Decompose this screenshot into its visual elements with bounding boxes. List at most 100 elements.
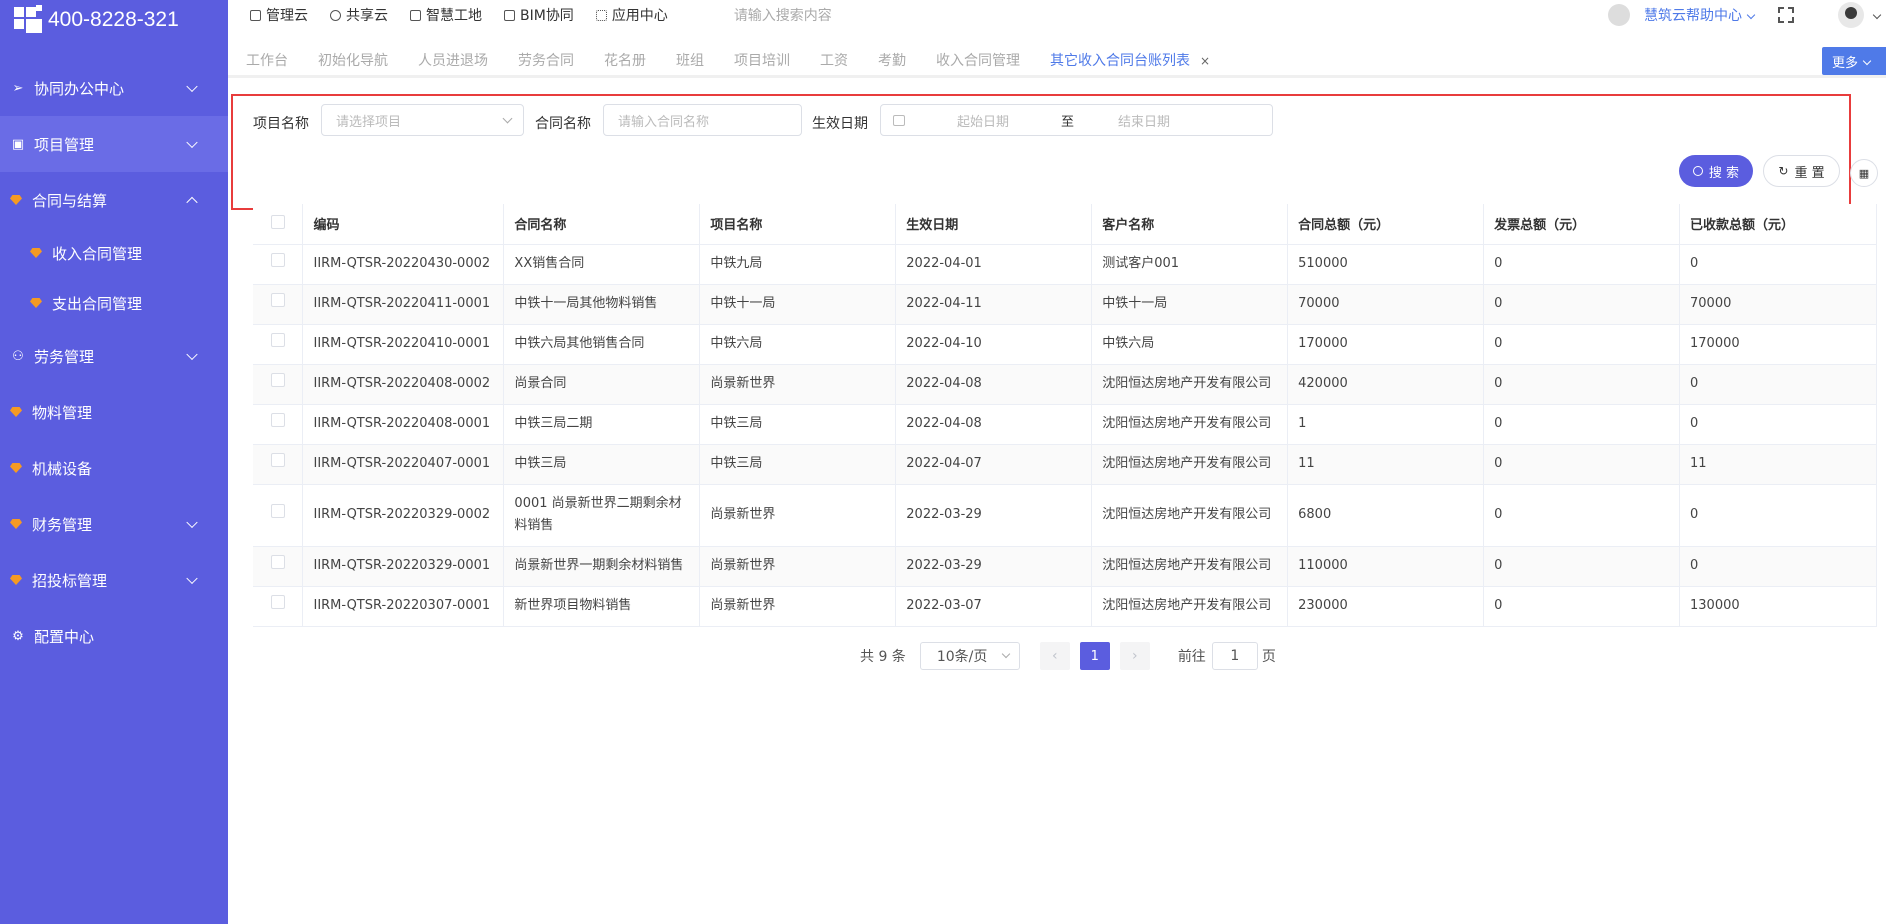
table-row[interactable]: IIRM-QTSR-20220329-0002 0001 尚景新世界二期剩余材料销… (253, 484, 1877, 547)
more-button[interactable]: 更多 (1822, 47, 1886, 75)
gem-icon (30, 298, 42, 308)
cell-received-total: 0 (1679, 546, 1877, 587)
close-icon[interactable]: × (1200, 54, 1210, 68)
date-range-picker[interactable]: 起始日期 至 结束日期 (880, 104, 1273, 136)
row-checkbox[interactable] (270, 413, 285, 427)
row-checkbox[interactable] (270, 595, 285, 609)
topnav-label: 智慧工地 (426, 8, 482, 24)
sidebar-item-collab[interactable]: ➢ 协同办公中心 (0, 60, 228, 116)
select-all-checkbox[interactable] (270, 214, 285, 229)
sidebar-item-contract[interactable]: 合同与结算 (0, 172, 228, 228)
topnav-management-cloud[interactable]: 管理云 (250, 5, 308, 25)
table-row[interactable]: IIRM-QTSR-20220407-0001 中铁三局 中铁三局 2022-04-0… (253, 444, 1877, 485)
sidebar-item-expense-contract[interactable]: 支出合同管理 (0, 278, 228, 328)
date-end-placeholder: 结束日期 (1118, 114, 1171, 130)
topnav-bim[interactable]: BIM协同 (504, 5, 574, 25)
contract-label: 合同名称 (535, 116, 591, 132)
cell-effective-date: 2022-04-07 (895, 444, 1093, 485)
table-header-row: 编码 合同名称 项目名称 生效日期 客户名称 合同总额（元） 发票总额（元） 已… (253, 204, 1877, 245)
project-select[interactable]: 请选择项目 (321, 104, 524, 136)
goto-page-input[interactable]: 1 (1211, 642, 1258, 670)
tab-income-contract[interactable]: 收入合同管理 (936, 50, 1020, 70)
select-all-cell (253, 204, 304, 245)
table-row[interactable]: IIRM-QTSR-20220307-0001 新世界项目物料销售 尚景新世界 202… (253, 586, 1877, 627)
gem-icon (10, 519, 22, 529)
cell-project-name: 尚景新世界 (699, 484, 897, 547)
cell-contract-name: 中铁三局 (503, 444, 701, 485)
fullscreen-icon[interactable] (1778, 7, 1794, 23)
topnav-smart-site[interactable]: 智慧工地 (410, 5, 482, 25)
cell-customer-name: 沈阳恒达房地产开发有限公司 (1091, 546, 1289, 587)
tab-team[interactable]: 班组 (676, 50, 704, 70)
table-row[interactable]: IIRM-QTSR-20220430-0002 XX销售合同 中铁九局 2022-04… (253, 244, 1877, 285)
tab-personnel[interactable]: 人员进退场 (418, 50, 488, 70)
sidebar-item-machinery[interactable]: 机械设备 (0, 440, 228, 496)
avatar[interactable] (1838, 2, 1864, 28)
cell-contract-total: 230000 (1287, 586, 1485, 627)
row-checkbox[interactable] (270, 373, 285, 387)
gem-icon (30, 248, 42, 258)
sidebar-item-config[interactable]: ⚙ 配置中心 (0, 608, 228, 664)
sidebar-item-income-contract[interactable]: 收入合同管理 (0, 228, 228, 278)
tab-workbench[interactable]: 工作台 (246, 50, 288, 70)
sidebar-item-finance[interactable]: 财务管理 (0, 496, 228, 552)
row-checkbox[interactable] (270, 504, 285, 518)
col-project-name: 项目名称 (699, 204, 897, 245)
contract-ledger-table: 编码 合同名称 项目名称 生效日期 客户名称 合同总额（元） 发票总额（元） 已… (253, 204, 1877, 627)
table-row[interactable]: IIRM-QTSR-20220329-0001 尚景新世界一期剩余材料销售 尚景新世… (253, 546, 1877, 587)
cell-contract-name: 新世界项目物料销售 (503, 586, 701, 627)
row-checkbox[interactable] (270, 453, 285, 467)
table-row[interactable]: IIRM-QTSR-20220408-0002 尚景合同 尚景新世界 2022-04-… (253, 364, 1877, 405)
row-checkbox[interactable] (270, 333, 285, 347)
gear-icon: ⚙ (12, 628, 24, 644)
sidebar-item-material[interactable]: 物料管理 (0, 384, 228, 440)
tab-other-income-ledger[interactable]: 其它收入合同台账列表 × (1050, 50, 1210, 70)
cell-code: IIRM-QTSR-20220430-0002 (302, 244, 505, 285)
tab-labor-contract[interactable]: 劳务合同 (518, 50, 574, 70)
help-center-label: 慧筑云帮助中心 (1644, 8, 1742, 24)
cell-contract-total: 420000 (1287, 364, 1485, 405)
tab-attendance[interactable]: 考勤 (878, 50, 906, 70)
column-settings-icon[interactable]: ▦ (1850, 159, 1878, 187)
page-1-button[interactable]: 1 (1079, 642, 1110, 670)
prev-page-button[interactable]: ‹ (1039, 642, 1070, 670)
sidebar-item-label: 支出合同管理 (52, 294, 143, 313)
sidebar-item-labor[interactable]: ⚇ 劳务管理 (0, 328, 228, 384)
cell-contract-total: 11 (1287, 444, 1485, 485)
row-checkbox[interactable] (270, 253, 285, 267)
page-size-select[interactable]: 10条/页 (919, 642, 1020, 670)
sidebar-item-bidding[interactable]: 招投标管理 (0, 552, 228, 608)
topnav-app-center[interactable]: 应用中心 (595, 5, 668, 25)
col-contract-name: 合同名称 (503, 204, 701, 245)
chevron-down-icon[interactable] (1872, 10, 1882, 20)
chevron-down-icon (186, 348, 198, 361)
topnav-share-cloud[interactable]: 共享云 (330, 5, 388, 25)
cell-customer-name: 中铁六局 (1091, 324, 1289, 365)
search-button[interactable]: 搜 索 (1679, 155, 1753, 187)
row-checkbox[interactable] (270, 293, 285, 307)
sidebar-item-label: 配置中心 (34, 627, 95, 646)
tab-init-nav[interactable]: 初始化导航 (318, 50, 388, 70)
tab-wages[interactable]: 工资 (820, 50, 848, 70)
col-invoice-total: 发票总额（元） (1483, 204, 1681, 245)
next-page-button[interactable]: › (1119, 642, 1150, 670)
cell-project-name: 尚景新世界 (699, 364, 897, 405)
cell-received-total: 130000 (1679, 586, 1877, 627)
help-center-link[interactable]: 慧筑云帮助中心 (1608, 4, 1756, 26)
row-select-cell (253, 364, 304, 405)
row-select-cell (253, 586, 304, 627)
table-row[interactable]: IIRM-QTSR-20220410-0001 中铁六局其他销售合同 中铁六局 202… (253, 324, 1877, 365)
row-checkbox[interactable] (270, 555, 285, 569)
cell-contract-total: 170000 (1287, 324, 1485, 365)
contract-name-input[interactable]: 请输入合同名称 (603, 104, 802, 136)
reset-button[interactable]: ↻ 重 置 (1763, 155, 1840, 187)
cell-code: IIRM-QTSR-20220410-0001 (302, 324, 505, 365)
tab-roster[interactable]: 花名册 (604, 50, 646, 70)
global-search-input[interactable]: 请输入搜索内容 (734, 5, 832, 25)
table-row[interactable]: IIRM-QTSR-20220411-0001 中铁十一局其他物料销售 中铁十一局 2… (253, 284, 1877, 325)
table-row[interactable]: IIRM-QTSR-20220408-0001 中铁三局二期 中铁三局 2022-04… (253, 404, 1877, 445)
sidebar-item-label: 项目管理 (34, 135, 95, 154)
cell-code: IIRM-QTSR-20220329-0001 (302, 546, 505, 587)
sidebar-item-project[interactable]: ▣ 项目管理 (0, 116, 228, 172)
tab-training[interactable]: 项目培训 (734, 50, 790, 70)
